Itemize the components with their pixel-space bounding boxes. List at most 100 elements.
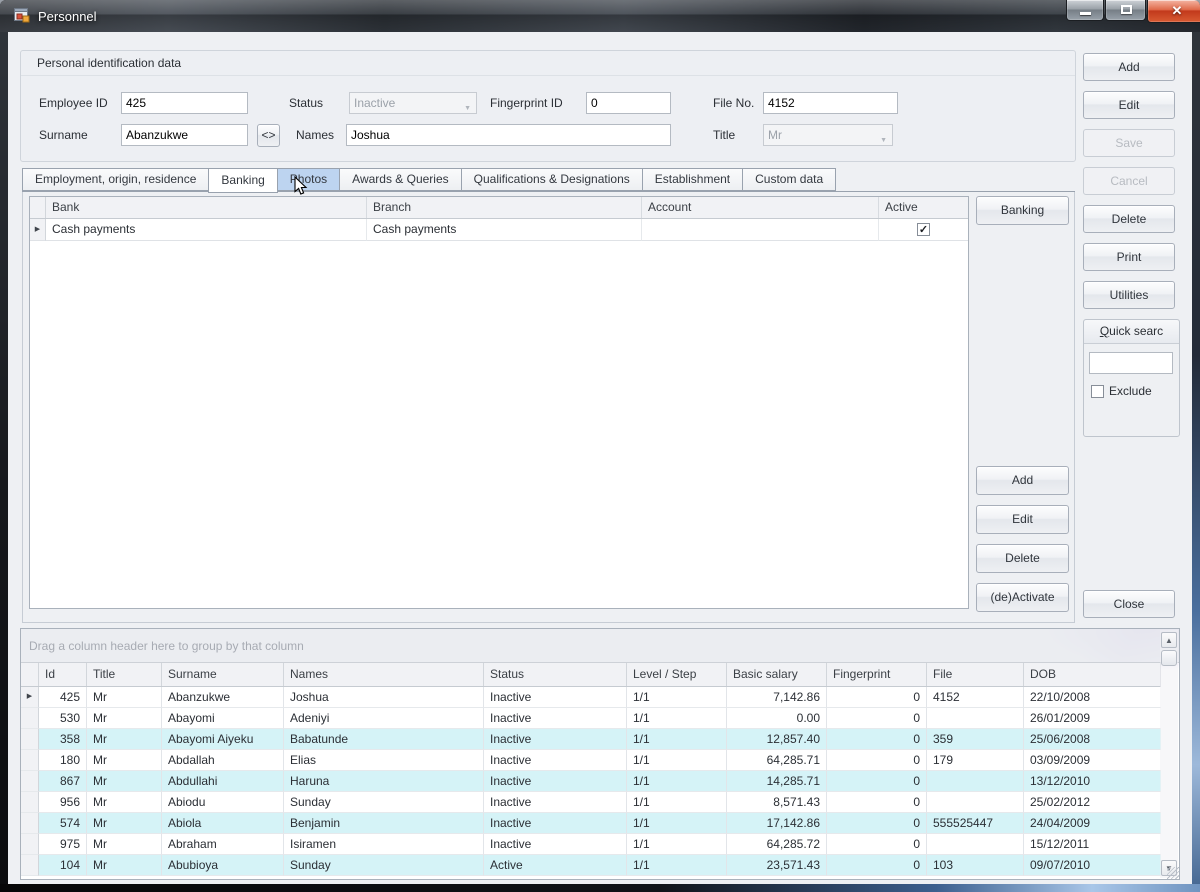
tab-awards-queries[interactable]: Awards & Queries <box>339 168 462 191</box>
row-indicator <box>21 792 39 813</box>
surname-field[interactable] <box>121 124 248 146</box>
cell-file <box>927 708 1024 729</box>
cell-surname: Abayomi Aiyeku <box>162 729 284 750</box>
size-grip[interactable] <box>1167 867 1179 879</box>
window-border-bottom <box>0 884 1200 892</box>
banking-edit-button[interactable]: Edit <box>976 505 1069 534</box>
title-value: Mr <box>768 128 782 142</box>
banking-row[interactable]: ▶ Cash payments Cash payments ✓ <box>30 219 968 241</box>
column-header-file[interactable]: File <box>927 663 1024 686</box>
cell-basic-salary: 0.00 <box>727 708 827 729</box>
close-window-button[interactable]: ✕ <box>1147 0 1200 23</box>
cell-id: 425 <box>39 687 87 708</box>
cell-dob: 22/10/2008 <box>1024 687 1161 708</box>
personnel-row[interactable]: ▶425MrAbanzukweJoshuaInactive1/17,142.86… <box>21 687 1161 708</box>
cell-title: Mr <box>87 708 162 729</box>
maximize-button[interactable] <box>1105 0 1146 21</box>
title-bar[interactable]: Personnel <box>0 0 1200 32</box>
personnel-row[interactable]: 104MrAbubioyaSundayActive1/123,571.43010… <box>21 855 1161 876</box>
cell-title: Mr <box>87 834 162 855</box>
delete-button[interactable]: Delete <box>1083 205 1175 233</box>
add-button[interactable]: Add <box>1083 53 1175 81</box>
cell-surname: Abiola <box>162 813 284 834</box>
save-button[interactable]: Save <box>1083 129 1175 157</box>
personnel-row[interactable]: 956MrAbioduSundayInactive1/18,571.43025/… <box>21 792 1161 813</box>
cell-title: Mr <box>87 771 162 792</box>
cell-id: 180 <box>39 750 87 771</box>
personnel-row[interactable]: 358MrAbayomi AiyekuBabatundeInactive1/11… <box>21 729 1161 750</box>
personnel-row[interactable]: 975MrAbrahamIsiramenInactive1/164,285.72… <box>21 834 1161 855</box>
title-label: Title <box>713 128 735 143</box>
vertical-scrollbar[interactable]: ▲ ▼ <box>1160 630 1178 878</box>
tab-establishment[interactable]: Establishment <box>642 168 743 191</box>
column-header-bank[interactable]: Bank <box>46 197 367 218</box>
title-combo[interactable]: Mr ▼ <box>763 124 893 146</box>
file-no-field[interactable] <box>763 92 898 114</box>
scrollbar-thumb[interactable] <box>1161 650 1177 666</box>
cell-fingerprint: 0 <box>827 687 927 708</box>
personnel-grid-panel: Drag a column header here to group by th… <box>20 628 1180 880</box>
group-by-panel[interactable]: Drag a column header here to group by th… <box>21 629 1179 663</box>
cell-bank: Cash payments <box>46 219 367 241</box>
tab-photos[interactable]: Photos <box>277 168 340 191</box>
edit-button[interactable]: Edit <box>1083 91 1175 119</box>
minimize-button[interactable] <box>1066 0 1104 21</box>
cell-level-step: 1/1 <box>627 708 727 729</box>
cell-surname: Abayomi <box>162 708 284 729</box>
print-button[interactable]: Print <box>1083 243 1175 271</box>
column-header-surname[interactable]: Surname <box>162 663 284 686</box>
fingerprint-id-field[interactable] <box>586 92 671 114</box>
cell-file: 555525447 <box>927 813 1024 834</box>
column-header-fingerprint[interactable]: Fingerprint <box>827 663 927 686</box>
exclude-checkbox[interactable] <box>1091 385 1104 398</box>
cell-level-step: 1/1 <box>627 813 727 834</box>
employee-id-field[interactable] <box>121 92 248 114</box>
banking-deactivate-button[interactable]: (de)Activate <box>976 583 1069 612</box>
tab-qualifications-designations[interactable]: Qualifications & Designations <box>461 168 643 191</box>
quick-search-input[interactable] <box>1089 352 1173 374</box>
banking-delete-button[interactable]: Delete <box>976 544 1069 573</box>
column-header-names[interactable]: Names <box>284 663 484 686</box>
active-checkbox[interactable]: ✓ <box>917 223 930 236</box>
personnel-row[interactable]: 530MrAbayomiAdeniyiInactive1/10.00026/01… <box>21 708 1161 729</box>
column-header-branch[interactable]: Branch <box>367 197 642 218</box>
scroll-up-icon[interactable]: ▲ <box>1161 632 1177 648</box>
cell-level-step: 1/1 <box>627 834 727 855</box>
tab-custom-data[interactable]: Custom data <box>742 168 836 191</box>
personnel-row[interactable]: 867MrAbdullahiHarunaInactive1/114,285.71… <box>21 771 1161 792</box>
column-header-level-step[interactable]: Level / Step <box>627 663 727 686</box>
banking-button[interactable]: Banking <box>976 196 1069 225</box>
cancel-button[interactable]: Cancel <box>1083 167 1175 195</box>
banking-grid: Bank Branch Account Active ▶ Cash paymen… <box>29 196 969 609</box>
names-field[interactable] <box>346 124 671 146</box>
tab-banking[interactable]: Banking <box>208 168 277 193</box>
column-header-title[interactable]: Title <box>87 663 162 686</box>
column-header-active[interactable]: Active <box>879 197 968 218</box>
quick-search-group: Quick searc Exclude <box>1083 319 1180 437</box>
cell-fingerprint: 0 <box>827 792 927 813</box>
column-header-account[interactable]: Account <box>642 197 879 218</box>
personnel-row[interactable]: 574MrAbiolaBenjaminInactive1/117,142.860… <box>21 813 1161 834</box>
window-title: Personnel <box>38 9 97 24</box>
cell-fingerprint: 0 <box>827 729 927 750</box>
fingerprint-id-label: Fingerprint ID <box>490 96 563 111</box>
status-combo[interactable]: Inactive ▼ <box>349 92 477 114</box>
personnel-row[interactable]: 180MrAbdallahEliasInactive1/164,285.7101… <box>21 750 1161 771</box>
cell-status: Inactive <box>484 687 627 708</box>
column-header-status[interactable]: Status <box>484 663 627 686</box>
swap-names-button[interactable]: <> <box>257 124 280 147</box>
banking-add-button[interactable]: Add <box>976 466 1069 495</box>
window-border-left <box>0 32 8 884</box>
column-header-basic-salary[interactable]: Basic salary <box>727 663 827 686</box>
tab-employment-origin-residence[interactable]: Employment, origin, residence <box>22 168 209 191</box>
close-button[interactable]: Close <box>1083 590 1175 618</box>
personnel-grid-header: IdTitleSurnameNamesStatusLevel / StepBas… <box>21 663 1161 687</box>
cell-file: 103 <box>927 855 1024 876</box>
quick-search-header[interactable]: Quick searc <box>1084 320 1179 344</box>
utilities-button[interactable]: Utilities <box>1083 281 1175 309</box>
cell-basic-salary: 64,285.72 <box>727 834 827 855</box>
column-header-id[interactable]: Id <box>39 663 87 686</box>
column-header-dob[interactable]: DOB <box>1024 663 1161 686</box>
cell-id: 975 <box>39 834 87 855</box>
cell-names: Benjamin <box>284 813 484 834</box>
